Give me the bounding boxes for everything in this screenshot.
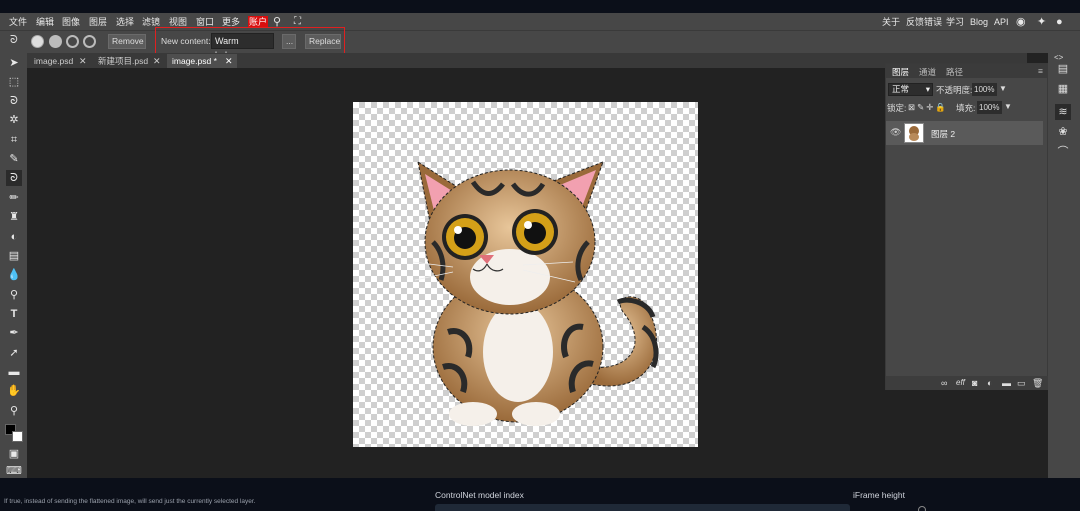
tab-new-project-psd[interactable]: 新建项目.psd: [93, 54, 153, 68]
fill-input[interactable]: 100%: [977, 101, 1002, 114]
lock-icons[interactable]: ⊠✎✛🔒: [908, 102, 948, 113]
magic-replace-tool-icon[interactable]: ᘐ: [6, 170, 22, 186]
lasso-tool-button-icon[interactable]: ᘐ: [6, 93, 22, 109]
blend-mode-select[interactable]: 正常 ▾: [888, 83, 933, 96]
gradient-icon[interactable]: ▤: [6, 248, 22, 264]
menu-layer[interactable]: 图层: [89, 16, 107, 28]
hand-icon[interactable]: ✋: [6, 383, 22, 399]
history-icon[interactable]: ▤: [1055, 61, 1071, 77]
stamp-icon[interactable]: ♜: [6, 209, 22, 225]
link-report-bug[interactable]: 反馈错误: [906, 16, 942, 28]
eye-visibility-icon[interactable]: 👁: [890, 127, 901, 138]
layers-panel: 图层 通道 路径 ≡ 正常 ▾ 不透明度: 100% ▼ 锁定: ⊠✎✛🔒 填充:…: [885, 63, 1049, 390]
layer-thumbnail-cat: [909, 126, 919, 141]
subtract-selection-icon[interactable]: [66, 35, 79, 48]
layer-name[interactable]: 图层 2: [931, 128, 955, 140]
paths-icon[interactable]: ⌒: [1055, 144, 1071, 160]
add-selection-icon[interactable]: [49, 35, 62, 48]
menu-edit[interactable]: 编辑: [36, 16, 54, 28]
eraser-icon[interactable]: ◐: [6, 229, 22, 245]
twitter-icon[interactable]: ✦: [1037, 16, 1046, 28]
mask-icon[interactable]: ◙: [972, 378, 977, 388]
menu-file[interactable]: 文件: [9, 16, 27, 28]
opacity-dropdown-icon[interactable]: ▼: [999, 84, 1007, 93]
right-sidebar: <> ▤ ▦ ≋ ❀ ⌒: [1048, 53, 1080, 478]
panel-menu-icon[interactable]: ≡: [1038, 66, 1043, 76]
lock-label: 锁定:: [887, 103, 907, 113]
background-color-swatch[interactable]: [12, 431, 23, 442]
zoom-icon[interactable]: ⚲: [6, 403, 22, 419]
new-layer-icon[interactable]: ▭: [1017, 378, 1026, 389]
folder-icon[interactable]: ▬: [1002, 378, 1011, 388]
intersect-selection-icon[interactable]: [83, 35, 96, 48]
controlnet-input[interactable]: [435, 504, 850, 511]
pen-icon[interactable]: ✒: [6, 325, 22, 341]
remove-button[interactable]: Remove: [108, 34, 146, 49]
blend-mode-value: 正常: [892, 84, 910, 94]
swatches-icon[interactable]: ▦: [1055, 81, 1071, 97]
menu-select[interactable]: 选择: [116, 16, 134, 28]
new-selection-icon[interactable]: [31, 35, 44, 48]
document-tabs: image.psd ✕ 新建项目.psd ✕ image.psd * ✕: [27, 53, 1027, 68]
layers-icon[interactable]: ≋: [1055, 104, 1071, 120]
tab-close-icon[interactable]: ✕: [153, 54, 161, 68]
footer-hint: If true, instead of sending the flattene…: [4, 498, 256, 505]
top-strip: [0, 0, 1080, 13]
tab-layers[interactable]: 图层: [892, 66, 909, 78]
effects-button[interactable]: eff: [956, 378, 965, 387]
layer-row[interactable]: 👁 图层 2: [886, 121, 1043, 145]
eyedropper-icon[interactable]: ✎: [6, 151, 22, 167]
marquee-tool-icon[interactable]: ⬚: [6, 74, 22, 90]
opacity-input[interactable]: 100%: [972, 83, 997, 96]
fill-label: 填充:: [956, 103, 976, 113]
fill-dropdown-icon[interactable]: ▼: [1004, 102, 1012, 111]
shape-icon[interactable]: ▬: [6, 364, 22, 380]
document-canvas[interactable]: [353, 102, 698, 447]
photopea-app: 文件 编辑 图像 图层 选择 滤镜 视图 窗口 更多 账户 ⚲ ⛶ 关于 反馈错…: [0, 13, 1080, 478]
cat-image: [412, 160, 659, 426]
blur-icon[interactable]: 💧: [6, 267, 22, 283]
footer-strip: If true, instead of sending the flattene…: [0, 478, 1080, 511]
facebook-icon[interactable]: ●: [1056, 16, 1063, 28]
chevron-down-icon: ▾: [925, 84, 930, 94]
type-tool-icon[interactable]: T: [6, 306, 22, 322]
iframe-height-label: iFrame height: [853, 490, 905, 500]
screen-mode-icon[interactable]: ⌨: [6, 463, 22, 479]
left-toolbar: ➤ ⬚ ᘐ ✲ ⌗ ✎ ᘐ ✏ ♜ ◐ ▤ 💧 ⚲ T ✒ ➚ ▬ ✋ ⚲ ▣ …: [0, 53, 27, 478]
magic-wand-icon[interactable]: ✲: [6, 112, 22, 128]
controlnet-label: ControlNet model index: [435, 490, 524, 500]
path-select-icon[interactable]: ➚: [6, 345, 22, 361]
tab-close-icon[interactable]: ✕: [79, 54, 87, 68]
iframe-height-slider-handle[interactable]: [918, 506, 926, 511]
move-tool-icon[interactable]: ➤: [6, 55, 22, 71]
brush-icon[interactable]: ✏: [6, 190, 22, 206]
tab-channels[interactable]: 通道: [919, 66, 936, 78]
link-layers-icon[interactable]: ∞: [941, 378, 947, 388]
trash-icon[interactable]: 🗑: [1032, 378, 1043, 389]
channels-icon[interactable]: ❀: [1055, 124, 1071, 140]
link-blog[interactable]: Blog: [970, 16, 988, 28]
tab-close-icon[interactable]: ✕: [225, 54, 233, 68]
opacity-label: 不透明度:: [936, 85, 973, 95]
menu-image[interactable]: 图像: [62, 16, 80, 28]
layer-thumbnail: [904, 123, 924, 143]
link-api[interactable]: API: [994, 16, 1009, 28]
tab-paths[interactable]: 路径: [946, 66, 963, 78]
adjustment-icon[interactable]: ◐: [987, 378, 992, 388]
link-learn[interactable]: 学习: [946, 16, 964, 28]
link-about[interactable]: 关于: [882, 16, 900, 28]
layers-panel-tabs: 图层 通道 路径 ≡: [886, 64, 1049, 78]
crop-icon[interactable]: ⌗: [6, 132, 22, 148]
tab-image-psd[interactable]: image.psd: [29, 54, 78, 68]
layers-panel-footer: ∞ eff ◙ ◐ ▬ ▭ 🗑: [886, 376, 1049, 390]
annotation-highlight-box: [155, 27, 345, 55]
dodge-icon[interactable]: ⚲: [6, 287, 22, 303]
lasso-tool-icon: ᘐ: [10, 34, 18, 46]
reddit-icon[interactable]: ◉: [1016, 16, 1026, 28]
quick-mask-icon[interactable]: ▣: [6, 446, 22, 462]
